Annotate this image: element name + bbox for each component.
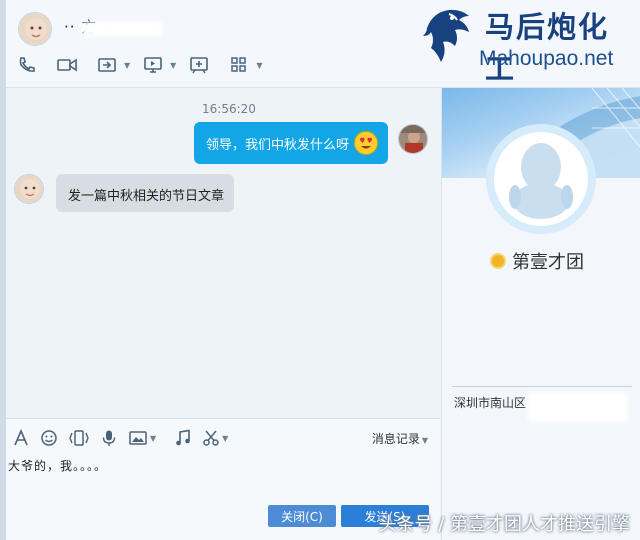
chevron-down-icon[interactable]: ▼ [170, 61, 176, 70]
profile-name-text: 第壹才团 [512, 252, 584, 273]
remote-desktop-icon[interactable] [142, 54, 164, 76]
message-history-button[interactable]: 消息记录 ▼ [372, 430, 428, 447]
chat-toolbar: ▼ ▼ ▼ [16, 54, 270, 76]
brand-name-en: Mahoupao.net [479, 47, 614, 70]
heart-eyes-emoji-icon [354, 131, 378, 155]
chevron-down-icon: ▼ [421, 436, 428, 445]
my-avatar[interactable] [398, 124, 428, 154]
image-icon[interactable]: ▼ [128, 429, 164, 447]
font-icon[interactable] [12, 429, 30, 447]
share-screen-icon[interactable] [96, 54, 118, 76]
apps-icon[interactable] [228, 54, 250, 76]
whiteboard-icon[interactable] [188, 54, 210, 76]
chevron-down-icon[interactable]: ▼ [256, 61, 262, 70]
footer-watermark: 头条号 / 第壹才团人才推送引擎 [378, 514, 630, 535]
outgoing-message[interactable]: 领导，我们中秋发什么呀 [194, 122, 388, 164]
message-text: 发一篇中秋相关的节日文章 [68, 189, 225, 204]
divider [452, 386, 632, 387]
location-redaction [528, 392, 628, 422]
profile-avatar[interactable] [486, 124, 596, 234]
message-history-label: 消息记录 [371, 432, 420, 446]
close-button[interactable]: 关闭(C) [268, 505, 336, 527]
chevron-down-icon[interactable]: ▼ [150, 434, 156, 443]
message-timestamp: 16:56:20 [202, 102, 256, 116]
profile-location: 深圳市南山区 [454, 396, 527, 410]
music-icon[interactable] [174, 429, 192, 447]
composer-toolbar: ▼ ▼ [12, 427, 236, 449]
contact-avatar[interactable] [18, 12, 52, 46]
qq-penguin-icon [509, 143, 573, 219]
brand-watermark: 马后炮化工 Mahoupao.net [419, 4, 634, 86]
incoming-message[interactable]: 发一篇中秋相关的节日文章 [56, 174, 234, 212]
name-redaction [82, 22, 162, 36]
message-composer: ▼ ▼ 消息记录 ▼ 大爷的，我。。。。 关闭(C) 发送(S) [6, 418, 440, 540]
video-icon[interactable] [56, 54, 78, 76]
message-list: 16:56:20 领导，我们中秋发什么呀 发一篇中秋相关的节日文章 [6, 88, 440, 418]
profile-panel: 第壹才团 深圳市南山区 [441, 88, 640, 540]
shake-icon[interactable] [68, 429, 90, 447]
phone-icon[interactable] [16, 54, 38, 76]
voice-icon[interactable] [100, 429, 118, 447]
screenshot-icon[interactable]: ▼ [202, 429, 236, 447]
chevron-down-icon[interactable]: ▼ [222, 434, 228, 443]
message-text: 领导，我们中秋发什么呀 [206, 138, 350, 153]
message-input[interactable]: 大爷的，我。。。。 [8, 457, 107, 474]
emoji-icon[interactable] [40, 429, 58, 447]
brand-name-cn: 马后炮化工 [485, 10, 610, 86]
contact-avatar[interactable] [14, 174, 44, 204]
chevron-down-icon[interactable]: ▼ [124, 61, 130, 70]
horse-logo-icon [423, 9, 469, 62]
profile-name: 第壹才团 [490, 248, 584, 274]
medal-icon [490, 253, 506, 269]
